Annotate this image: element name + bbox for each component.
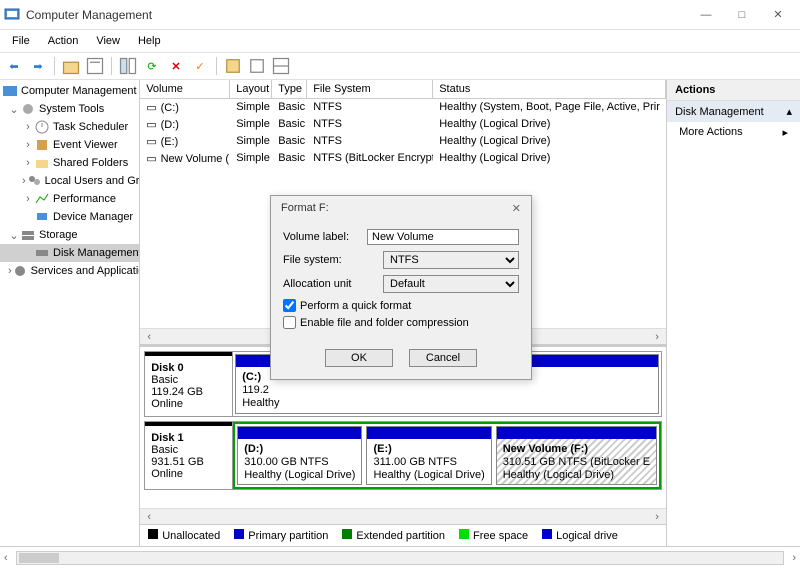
tree-root[interactable]: Computer Management (Local xyxy=(0,82,139,100)
col-volume[interactable]: Volume xyxy=(140,80,230,98)
maximize-button[interactable]: □ xyxy=(724,1,760,29)
titlebar: Computer Management — □ ✕ xyxy=(0,0,800,30)
properties-icon[interactable] xyxy=(85,56,105,76)
tree-devmgr[interactable]: Device Manager xyxy=(0,208,139,226)
app-icon xyxy=(4,7,20,23)
window-title: Computer Management xyxy=(26,8,152,22)
ok-button[interactable]: OK xyxy=(325,349,393,367)
actions-diskmgmt[interactable]: Disk Management▴ xyxy=(667,101,800,122)
help-icon[interactable] xyxy=(247,56,267,76)
tree-pane: Computer Management (Local ⌄System Tools… xyxy=(0,80,140,546)
col-layout[interactable]: Layout xyxy=(230,80,272,98)
dialog-title: Format F: xyxy=(281,202,329,215)
back-icon[interactable]: ⬅ xyxy=(4,56,24,76)
chevron-right-icon: ▸ xyxy=(782,126,788,139)
tree-perf[interactable]: ›Performance xyxy=(0,190,139,208)
compression-checkbox[interactable] xyxy=(283,316,296,329)
menu-help[interactable]: Help xyxy=(130,33,169,49)
menu-view[interactable]: View xyxy=(88,33,128,49)
filesystem-select[interactable]: NTFS xyxy=(383,251,519,269)
up-icon[interactable] xyxy=(61,56,81,76)
volume-label-label: Volume label: xyxy=(283,231,367,243)
allocation-label: Allocation unit xyxy=(283,278,383,290)
disk0-header[interactable]: Disk 0 Basic 119.24 GB Online xyxy=(145,352,233,416)
disk1-row: Disk 1 Basic 931.51 GB Online (D:)310.00… xyxy=(144,421,662,491)
window-hscroll[interactable]: ‹ › xyxy=(0,546,800,568)
format-dialog: Format F: ✕ Volume label: File system:NT… xyxy=(270,195,532,380)
refresh-icon[interactable]: ⟳ xyxy=(142,56,162,76)
menu-file[interactable]: File xyxy=(4,33,38,49)
toolbar: ⬅ ➡ ⟳ ✕ ✓ xyxy=(0,52,800,80)
tree-shared[interactable]: ›Shared Folders xyxy=(0,154,139,172)
tree-systools[interactable]: ⌄System Tools xyxy=(0,100,139,118)
export-icon[interactable] xyxy=(223,56,243,76)
allocation-select[interactable]: Default xyxy=(383,275,519,293)
actions-more[interactable]: More Actions▸ xyxy=(667,122,800,143)
minimize-button[interactable]: — xyxy=(688,1,724,29)
disk1-part-d[interactable]: (D:)310.00 GB NTFSHealthy (Logical Drive… xyxy=(237,426,362,486)
volume-row[interactable]: ▭(E:)SimpleBasicNTFSHealthy (Logical Dri… xyxy=(140,133,666,150)
check-icon[interactable]: ✓ xyxy=(190,56,210,76)
volume-row[interactable]: ▭(D:)SimpleBasicNTFSHealthy (Logical Dri… xyxy=(140,116,666,133)
graphical-hscroll[interactable]: ‹› xyxy=(140,508,666,524)
filesystem-label: File system: xyxy=(283,254,383,266)
cancel-button[interactable]: Cancel xyxy=(409,349,477,367)
dialog-close-icon[interactable]: ✕ xyxy=(512,202,521,215)
tree-diskmgmt[interactable]: Disk Management xyxy=(0,244,139,262)
volume-list: ▭(C:)SimpleBasicNTFSHealthy (System, Boo… xyxy=(140,99,666,167)
forward-icon[interactable]: ➡ xyxy=(28,56,48,76)
actions-pane: Actions Disk Management▴ More Actions▸ xyxy=(667,80,800,546)
volume-row[interactable]: ▭New Volume (F:)SimpleBasicNTFS (BitLock… xyxy=(140,150,666,167)
volume-row[interactable]: ▭(C:)SimpleBasicNTFSHealthy (System, Boo… xyxy=(140,99,666,116)
tree-users[interactable]: ›Local Users and Groups xyxy=(0,172,139,190)
quick-format-checkbox[interactable] xyxy=(283,299,296,312)
menu-action[interactable]: Action xyxy=(40,33,87,49)
disk1-part-f[interactable]: New Volume (F:)310.51 GB NTFS (BitLocker… xyxy=(496,426,657,486)
tree-services[interactable]: ›Services and Applications xyxy=(0,262,139,280)
volume-header: Volume Layout Type File System Status xyxy=(140,80,666,99)
tree-task[interactable]: ›Task Scheduler xyxy=(0,118,139,136)
tree-storage[interactable]: ⌄Storage xyxy=(0,226,139,244)
close-button[interactable]: ✕ xyxy=(760,1,796,29)
disk1-part-e[interactable]: (E:)311.00 GB NTFSHealthy (Logical Drive… xyxy=(366,426,491,486)
col-fs[interactable]: File System xyxy=(307,80,433,98)
tree-event[interactable]: ›Event Viewer xyxy=(0,136,139,154)
legend: Unallocated Primary partition Extended p… xyxy=(140,524,666,546)
volume-label-input[interactable] xyxy=(367,229,519,245)
col-type[interactable]: Type xyxy=(272,80,307,98)
quick-format-label: Perform a quick format xyxy=(300,300,411,312)
show-hide-icon[interactable] xyxy=(118,56,138,76)
collapse-icon: ▴ xyxy=(786,105,792,118)
delete-icon[interactable]: ✕ xyxy=(166,56,186,76)
col-status[interactable]: Status xyxy=(433,80,666,98)
actions-header: Actions xyxy=(667,80,800,101)
disk1-header[interactable]: Disk 1 Basic 931.51 GB Online xyxy=(145,422,233,490)
compression-label: Enable file and folder compression xyxy=(300,317,469,329)
menubar: File Action View Help xyxy=(0,30,800,52)
list-icon[interactable] xyxy=(271,56,291,76)
